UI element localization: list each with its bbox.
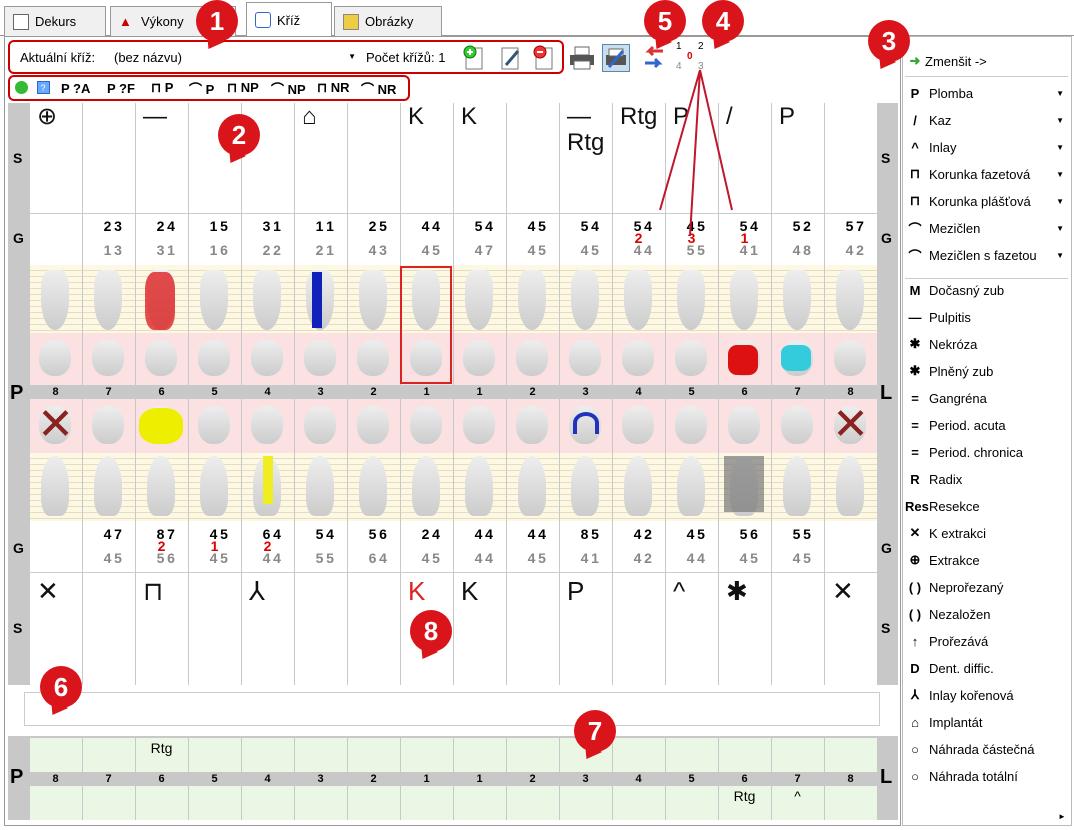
callout-3: 3 <box>868 20 910 62</box>
callout-lines <box>659 69 733 237</box>
callout-6: 6 <box>40 666 82 708</box>
callout-4: 4 <box>702 0 744 42</box>
callout-2: 2 <box>218 114 260 156</box>
callout-5: 5 <box>644 0 686 42</box>
callout-1: 1 <box>196 0 238 42</box>
callout-8: 8 <box>410 610 452 652</box>
callout-7: 7 <box>574 710 616 752</box>
